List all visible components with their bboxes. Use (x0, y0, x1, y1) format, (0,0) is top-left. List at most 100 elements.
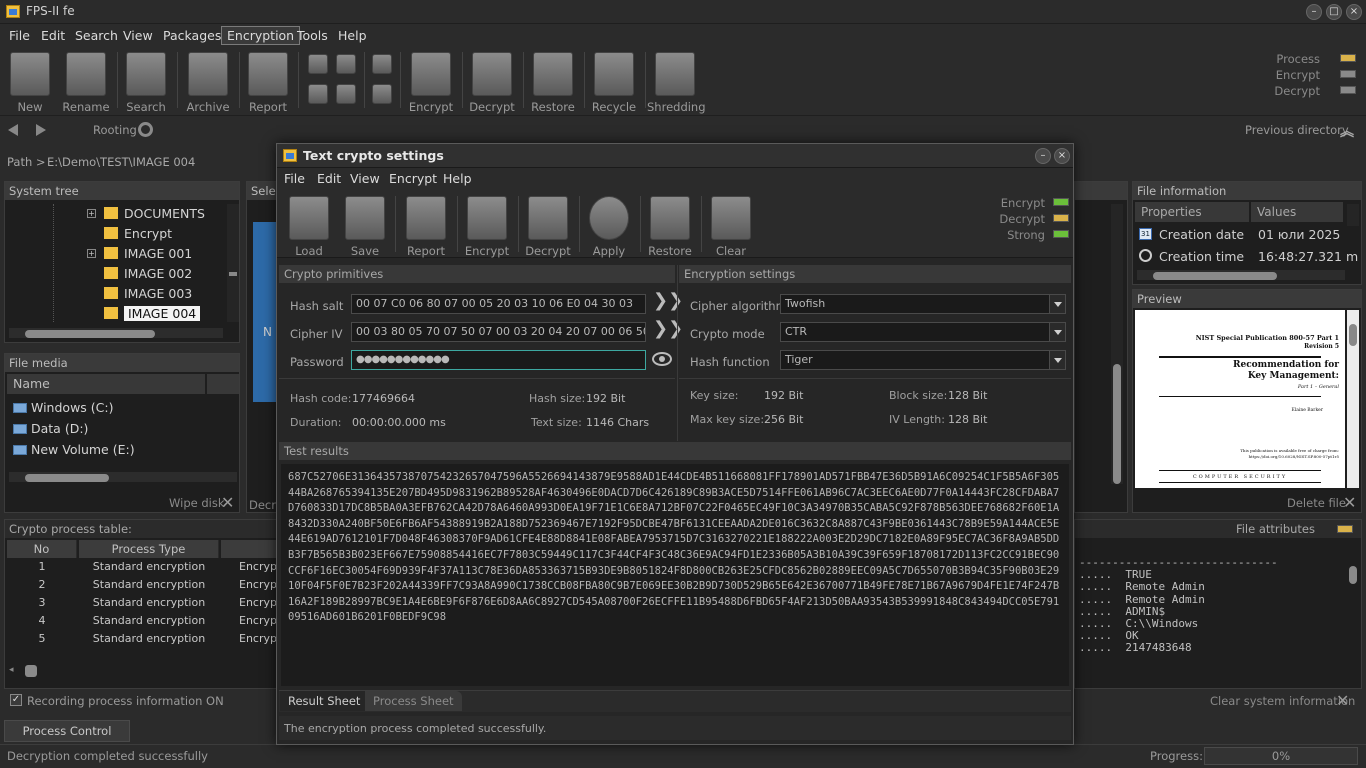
menu-packages[interactable]: Packages (158, 26, 226, 45)
rename-button[interactable]: Rename (58, 50, 114, 114)
cipher-algorithm-select[interactable]: Twofish (780, 294, 1066, 314)
maximize-icon[interactable]: □ (1326, 4, 1342, 20)
dialog-menu-view[interactable]: View (350, 171, 380, 186)
restore-button[interactable]: Restore (525, 50, 581, 114)
column-process-type[interactable]: Process Type (79, 540, 219, 558)
dialog-menu-edit[interactable]: Edit (317, 171, 341, 186)
right-vertical-scrollbar[interactable] (1111, 204, 1123, 484)
info-vertical-scrollbar[interactable] (1347, 204, 1359, 226)
archive-button[interactable]: Archive (180, 50, 236, 114)
info-horizontal-scrollbar[interactable] (1137, 270, 1345, 280)
load-button[interactable]: Load (281, 194, 337, 258)
list-icon[interactable] (308, 54, 328, 74)
menu-file[interactable]: File (4, 26, 35, 45)
tab-result-sheet[interactable]: Result Sheet (280, 691, 370, 711)
dialog-menu-encrypt[interactable]: Encrypt (389, 171, 437, 186)
column-encryption[interactable] (221, 540, 279, 558)
drive-e[interactable]: New Volume (E:) (13, 442, 135, 457)
dialog-encrypt-button[interactable]: Encrypt (459, 194, 515, 258)
table-row[interactable]: 1 Standard encryption Encryp (7, 558, 279, 576)
chevron-down-icon[interactable] (1049, 351, 1065, 369)
save-button[interactable]: Save (337, 194, 393, 258)
minimize-icon[interactable]: – (1306, 4, 1322, 20)
tree-vertical-scrollbar[interactable] (227, 204, 239, 322)
attributes-vertical-scrollbar[interactable] (1347, 542, 1359, 688)
expand-icon[interactable]: + (87, 249, 96, 258)
scroll-thumb[interactable] (25, 474, 109, 482)
tree-item-documents[interactable]: DOCUMENTS (104, 204, 205, 224)
clear-system-info-label[interactable]: Clear system information (1210, 694, 1355, 708)
checklist-icon[interactable] (336, 54, 356, 74)
chevron-up-icon[interactable]: ︽ (1340, 121, 1354, 141)
expand-icon[interactable]: + (87, 209, 96, 218)
generate-salt-icon[interactable]: ❯❯ (653, 290, 683, 311)
cipher-iv-field[interactable]: 00 03 80 05 70 07 50 07 00 03 20 04 20 0… (351, 322, 646, 342)
tab-process-sheet[interactable]: Process Sheet (365, 691, 462, 711)
dialog-menu-file[interactable]: File (284, 171, 305, 186)
copy-icon[interactable] (372, 84, 392, 104)
menu-view[interactable]: View (118, 26, 158, 45)
settings-icon[interactable] (336, 84, 356, 104)
name-column-header[interactable]: Name (7, 374, 205, 394)
tab-process-control-sheet[interactable]: Process Control Sheet (4, 720, 130, 758)
hash-salt-field[interactable]: 00 07 C0 06 80 07 00 05 20 03 10 06 E0 0… (351, 294, 646, 314)
tree-horizontal-scrollbar[interactable] (9, 328, 223, 338)
drive-d[interactable]: Data (D:) (13, 421, 88, 436)
table-row[interactable]: 3 Standard encryption Encryp (7, 594, 279, 612)
chevron-down-icon[interactable] (1049, 323, 1065, 341)
shredding-button[interactable]: Shredding (647, 50, 706, 114)
tree-item-image-002[interactable]: IMAGE 002 (104, 264, 192, 284)
decrypt-button[interactable]: Decrypt (464, 50, 520, 114)
media-horizontal-scrollbar[interactable] (9, 472, 237, 482)
column-no[interactable]: No (7, 540, 77, 558)
scroll-thumb[interactable] (1349, 324, 1357, 346)
dialog-decrypt-button[interactable]: Decrypt (520, 194, 576, 258)
menu-edit[interactable]: Edit (36, 26, 70, 45)
scroll-thumb[interactable] (25, 330, 155, 338)
scroll-thumb[interactable] (25, 665, 37, 677)
dialog-restore-button[interactable]: Restore (642, 194, 698, 258)
values-column-header[interactable]: Values (1251, 202, 1343, 222)
grid-icon[interactable] (308, 84, 328, 104)
dialog-report-button[interactable]: Report (398, 194, 454, 258)
scroll-thumb[interactable] (1113, 364, 1121, 484)
chevron-down-icon[interactable] (1049, 295, 1065, 313)
search-button[interactable]: Search (118, 50, 174, 114)
disk-icon[interactable] (372, 54, 392, 74)
test-results-text[interactable]: 687C52706E313643573870754232657047596A55… (281, 464, 1069, 686)
rooting-label[interactable]: Rooting (93, 123, 137, 137)
crypto-mode-select[interactable]: CTR (780, 322, 1066, 342)
table-row[interactable]: 5 Standard encryption Encryp (7, 630, 279, 648)
path-value[interactable]: E:\Demo\TEST\IMAGE 004 (47, 155, 195, 169)
menu-search[interactable]: Search (70, 26, 123, 45)
scroll-thumb[interactable] (229, 272, 237, 276)
apply-button[interactable]: Apply (581, 194, 637, 258)
tree-item-image-004[interactable]: IMAGE 004 (104, 304, 201, 324)
properties-column-header[interactable]: Properties (1135, 202, 1249, 222)
report-button[interactable]: Report (240, 50, 296, 114)
menu-help[interactable]: Help (333, 26, 372, 45)
gear-icon[interactable] (138, 122, 153, 137)
clear-x-icon[interactable]: ✕ (1336, 691, 1349, 710)
clear-button[interactable]: Clear (703, 194, 759, 258)
dialog-close-icon[interactable]: × (1054, 148, 1070, 164)
table-row[interactable]: 4 Standard encryption Encryp (7, 612, 279, 630)
tree-item-image-001[interactable]: IMAGE 001 (104, 244, 192, 264)
password-field[interactable]: ●●●●●●●●●●●● (351, 350, 646, 370)
back-arrow-icon[interactable] (8, 124, 18, 136)
delete-file-label[interactable]: Delete file (1287, 496, 1346, 510)
previous-directory-label[interactable]: Previous directory (1245, 123, 1349, 137)
menu-encryption[interactable]: Encryption (221, 26, 301, 45)
document-preview[interactable]: NIST Special Publication 800-57 Part 1 R… (1135, 310, 1345, 488)
close-icon[interactable]: × (1346, 4, 1362, 20)
menu-tools[interactable]: Tools (292, 26, 333, 45)
scroll-thumb[interactable] (1349, 566, 1357, 584)
generate-iv-icon[interactable]: ❯❯ (653, 318, 683, 339)
dialog-minimize-icon[interactable]: – (1035, 148, 1051, 164)
wipe-x-icon[interactable]: ✕ (221, 493, 234, 512)
table-row[interactable]: 2 Standard encryption Encryp (7, 576, 279, 594)
scroll-thumb[interactable] (1153, 272, 1277, 280)
scroll-left-icon[interactable]: ◂ (9, 665, 14, 675)
drive-c[interactable]: Windows (C:) (13, 400, 113, 415)
new-button[interactable]: New (2, 50, 58, 114)
